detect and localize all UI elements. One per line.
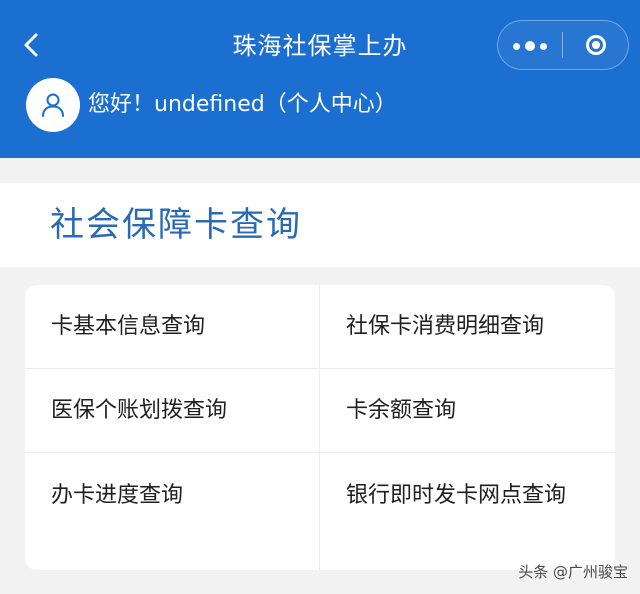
query-menu-grid: 卡基本信息查询 社保卡消费明细查询 医保个账划拨查询 卡余额查询 办卡进度查询 … bbox=[25, 285, 615, 570]
watermark: 头条 @广州骏宝 bbox=[518, 563, 628, 581]
app-header: 珠海社保掌上办 您好！undefined（个人中心） bbox=[0, 0, 640, 158]
section-title: 社会保障卡查询 bbox=[50, 205, 302, 245]
menu-item-card-basic-info[interactable]: 卡基本信息查询 bbox=[25, 285, 320, 369]
menu-item-label: 办卡进度查询 bbox=[51, 483, 184, 508]
menu-item-label: 卡余额查询 bbox=[346, 398, 457, 423]
menu-item-card-balance[interactable]: 卡余额查询 bbox=[320, 369, 615, 453]
menu-item-label: 银行即时发卡网点查询 bbox=[346, 483, 567, 508]
avatar bbox=[26, 78, 80, 132]
menu-item-medical-account-transfer[interactable]: 医保个账划拨查询 bbox=[25, 369, 320, 453]
menu-item-label: 卡基本信息查询 bbox=[51, 314, 206, 339]
chevron-left-icon bbox=[24, 33, 38, 57]
menu-item-card-progress[interactable]: 办卡进度查询 bbox=[25, 453, 320, 570]
menu-item-label: 社保卡消费明细查询 bbox=[346, 314, 545, 339]
target-close-icon bbox=[585, 35, 606, 55]
back-button[interactable] bbox=[14, 28, 48, 62]
greeting-text: 您好！undefined（个人中心） bbox=[88, 92, 397, 117]
menu-item-label: 医保个账划拨查询 bbox=[51, 398, 228, 423]
person-icon bbox=[42, 93, 64, 117]
mini-program-capsule bbox=[497, 20, 629, 70]
section-header: 社会保障卡查询 bbox=[0, 183, 640, 267]
menu-item-consumption-detail[interactable]: 社保卡消费明细查询 bbox=[320, 285, 615, 369]
more-dots-icon bbox=[511, 36, 550, 55]
user-center-link[interactable]: 您好！undefined（个人中心） bbox=[26, 78, 397, 132]
menu-item-bank-outlets[interactable]: 银行即时发卡网点查询 bbox=[320, 453, 615, 570]
close-button[interactable] bbox=[563, 21, 628, 69]
more-button[interactable] bbox=[498, 21, 562, 69]
